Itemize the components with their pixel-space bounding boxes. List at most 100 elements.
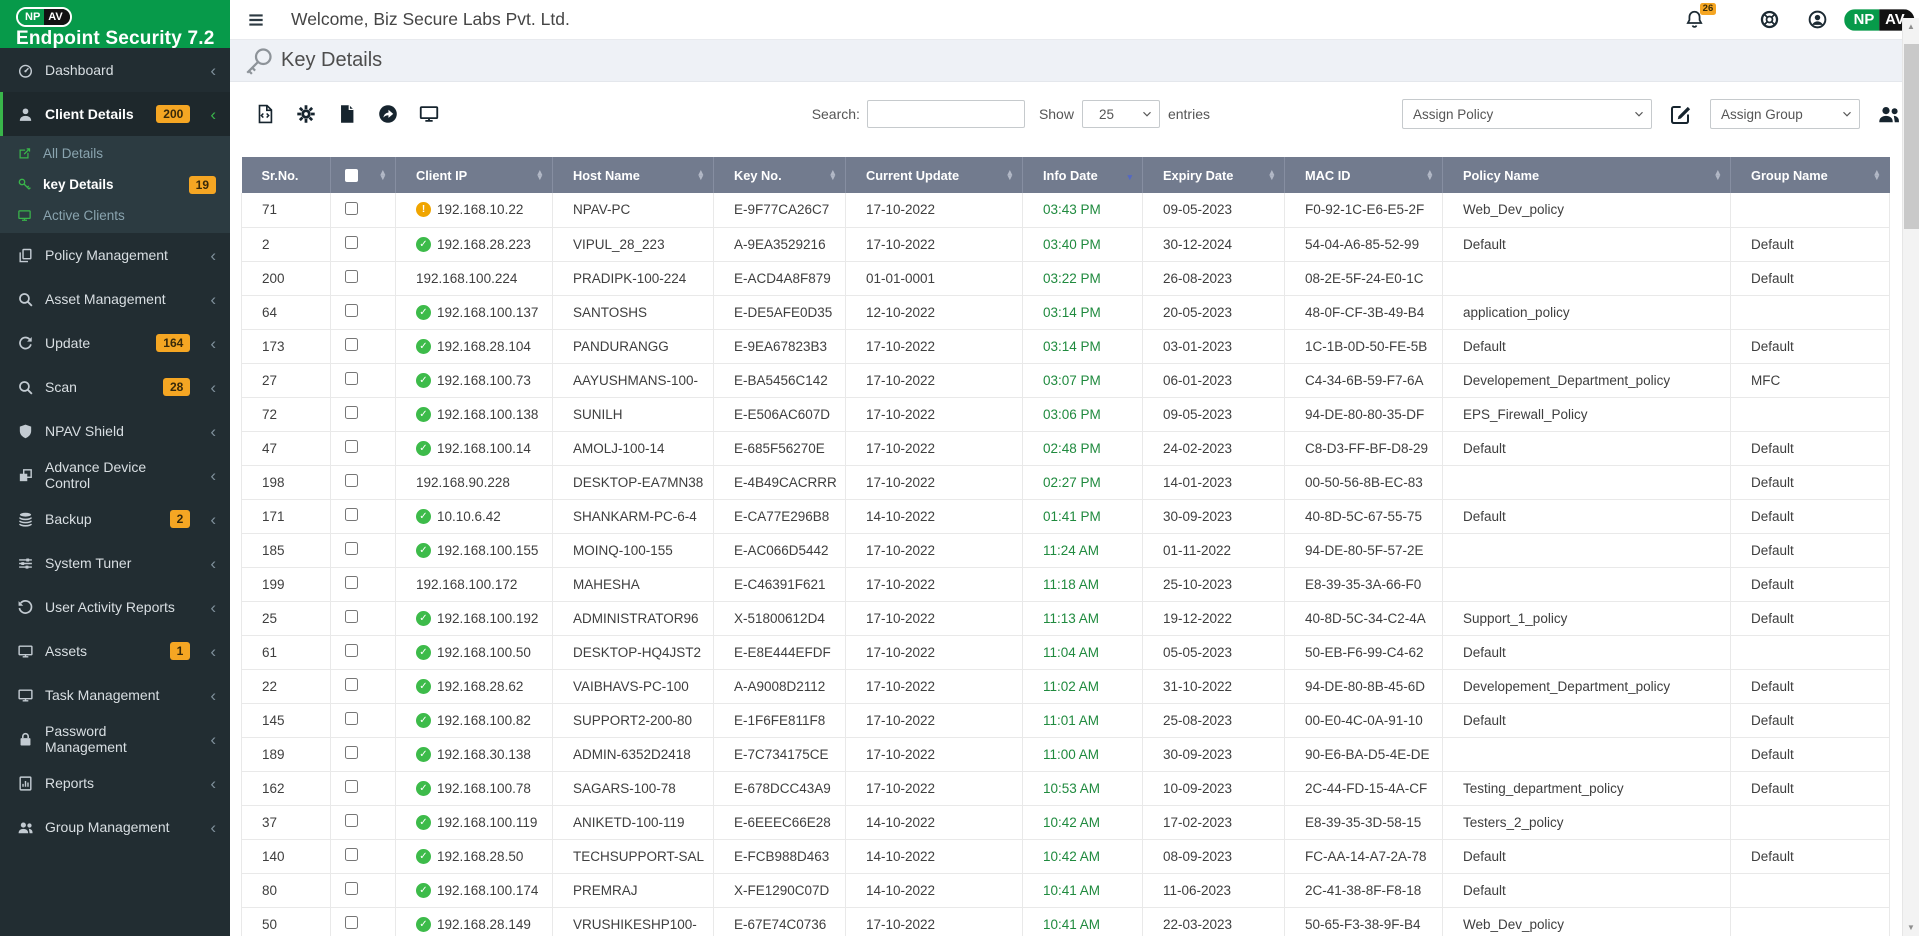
row-checkbox[interactable] xyxy=(345,644,358,657)
scrollbar-thumb[interactable] xyxy=(1904,44,1919,229)
apply-policy-edit-icon[interactable] xyxy=(1669,102,1693,126)
row-checkbox[interactable] xyxy=(345,746,358,759)
topbar-icons: 26 NP AV xyxy=(1684,2,1917,33)
sidebar-item-backup[interactable]: Backup 2 ‹ xyxy=(0,497,230,541)
row-checkbox[interactable] xyxy=(345,576,358,589)
notification-count-badge: 26 xyxy=(1699,2,1717,15)
row-checkbox[interactable] xyxy=(345,610,358,623)
column-header-sr-no[interactable]: Sr.No. xyxy=(241,157,331,193)
column-header-mac-id[interactable]: MAC ID ▲ ▼ xyxy=(1284,157,1443,193)
column-header-host-name[interactable]: Host Name ▲ ▼ xyxy=(552,157,714,193)
cell-client-ip: ✓ 192.168.28.104 xyxy=(395,329,553,364)
cell-current-update: 17-10-2022 xyxy=(845,397,1023,432)
sidebar-item-password-management[interactable]: Password Management ‹ xyxy=(0,717,230,761)
scroll-down-arrow-icon[interactable]: ▼ xyxy=(1903,919,1919,936)
sidebar-item-scan[interactable]: Scan 28 ‹ xyxy=(0,365,230,409)
sidebar-item-task-management[interactable]: Task Management ‹ xyxy=(0,673,230,717)
cell-group-name xyxy=(1730,805,1890,840)
cell-info-date: 03:14 PM xyxy=(1022,329,1143,364)
sidebar-item-group-management[interactable]: Group Management ‹ xyxy=(0,805,230,849)
help-lifebuoy-icon[interactable] xyxy=(1759,9,1780,30)
sidebar-item-reports[interactable]: Reports ‹ xyxy=(0,761,230,805)
sidebar-item-policy-management[interactable]: Policy Management ‹ xyxy=(0,233,230,277)
assign-group-select[interactable]: Assign Group xyxy=(1710,99,1860,129)
row-checkbox[interactable] xyxy=(345,780,358,793)
row-checkbox[interactable] xyxy=(345,270,358,283)
cell-sr: 61 xyxy=(241,635,331,670)
menu-icon[interactable] xyxy=(246,10,266,30)
file-icon[interactable] xyxy=(336,103,358,125)
sidebar-item-key-details[interactable]: key Details 19 xyxy=(0,169,230,200)
assign-group: Assign Policy Assign Group xyxy=(1402,99,1901,129)
sidebar-item-asset-management[interactable]: Asset Management ‹ xyxy=(0,277,230,321)
table-row: 199 192.168.100.172 MAHESHA E-C46391F621 17-… xyxy=(241,567,1890,602)
row-checkbox[interactable] xyxy=(345,304,358,317)
sidebar-item-update[interactable]: Update 164 ‹ xyxy=(0,321,230,365)
cell-host-name: NPAV-PC xyxy=(552,193,714,228)
table-row: 37 ✓ 192.168.100.119 ANIKETD-100-119 E-6EEEC… xyxy=(241,805,1890,840)
chevron-left-icon: ‹ xyxy=(210,421,216,441)
sidebar-item-label: Task Management xyxy=(45,687,160,703)
row-checkbox[interactable] xyxy=(345,406,358,419)
assign-policy-select[interactable]: Assign Policy xyxy=(1402,99,1652,129)
column-header-group-name[interactable]: Group Name ▲ ▼ xyxy=(1730,157,1890,193)
row-checkbox[interactable] xyxy=(345,236,358,249)
cell-checkbox xyxy=(330,635,396,670)
select-all-checkbox[interactable] xyxy=(345,168,358,182)
sidebar-item-user-activity-reports[interactable]: User Activity Reports ‹ xyxy=(0,585,230,629)
row-checkbox[interactable] xyxy=(345,916,358,929)
row-checkbox[interactable] xyxy=(345,201,358,215)
column-header-expiry-date[interactable]: Expiry Date ▲ ▼ xyxy=(1142,157,1285,193)
row-checkbox[interactable] xyxy=(345,338,358,351)
cell-expiry-date: 22-03-2023 xyxy=(1142,907,1285,936)
sidebar-item-client-details[interactable]: Client Details 200 ‹ xyxy=(0,92,230,136)
row-checkbox[interactable] xyxy=(345,474,358,487)
scroll-up-arrow-icon[interactable]: ▲ xyxy=(1903,18,1919,35)
column-header-client-ip[interactable]: Client IP ▲ ▼ xyxy=(395,157,553,193)
gear-icon[interactable] xyxy=(295,103,317,125)
toolbar-icons xyxy=(241,103,440,125)
search-input[interactable] xyxy=(866,100,1025,128)
sidebar-item-active-clients[interactable]: Active Clients xyxy=(0,200,230,231)
user-profile-icon[interactable] xyxy=(1807,9,1828,30)
sidebar-item-system-tuner[interactable]: System Tuner ‹ xyxy=(0,541,230,585)
cell-mac-id: 00-50-56-8B-EC-83 xyxy=(1284,465,1443,500)
vertical-scrollbar[interactable]: ▲ ▼ xyxy=(1902,18,1919,936)
sidebar-item-advance-device-control[interactable]: Advance Device Control ‹ xyxy=(0,453,230,497)
row-checkbox[interactable] xyxy=(345,678,358,691)
cell-sr: 47 xyxy=(241,431,331,466)
sidebar-item-assets[interactable]: Assets 1 ‹ xyxy=(0,629,230,673)
column-header-policy-name[interactable]: Policy Name ▲ ▼ xyxy=(1442,157,1731,193)
cell-expiry-date: 26-08-2023 xyxy=(1142,261,1285,296)
sort-arrows-icon: ▲▼ xyxy=(1005,166,1014,182)
row-checkbox[interactable] xyxy=(345,440,358,453)
main-area: Welcome, Biz Secure Labs Pvt. Ltd. 26 NP… xyxy=(230,0,1919,936)
row-checkbox[interactable] xyxy=(345,508,358,521)
sidebar-item-all-details[interactable]: All Details xyxy=(0,138,230,169)
cell-sr: 50 xyxy=(241,907,331,936)
cell-expiry-date: 05-05-2023 xyxy=(1142,635,1285,670)
page-size-select[interactable]: 25 xyxy=(1081,100,1160,128)
row-checkbox[interactable] xyxy=(345,712,358,725)
row-checkbox[interactable] xyxy=(345,372,358,385)
share-icon[interactable] xyxy=(377,103,399,125)
status-ok-icon: ✓ xyxy=(416,508,431,524)
row-checkbox[interactable] xyxy=(345,814,358,827)
row-checkbox[interactable] xyxy=(345,848,358,861)
cell-mac-id: 40-8D-5C-67-55-75 xyxy=(1284,499,1443,534)
monitor-icon[interactable] xyxy=(418,103,440,125)
sidebar-item-label: Asset Management xyxy=(45,291,166,307)
apply-group-users-icon[interactable] xyxy=(1877,102,1901,126)
sidebar-item-dashboard[interactable]: Dashboard ‹ xyxy=(0,48,230,92)
cell-sr: 80 xyxy=(241,873,331,908)
file-code-icon[interactable] xyxy=(254,103,276,125)
column-header-key-no[interactable]: Key No. ▲ ▼ xyxy=(713,157,846,193)
row-checkbox[interactable] xyxy=(345,882,358,895)
column-header-checkbox[interactable]: ▲ ▼ xyxy=(330,157,396,193)
column-header-current-update[interactable]: Current Update ▲ ▼ xyxy=(845,157,1023,193)
sidebar-item-npav-shield[interactable]: NPAV Shield ‹ xyxy=(0,409,230,453)
column-label: Policy Name xyxy=(1463,167,1540,183)
column-header-info-date[interactable]: Info Date ▲▼ xyxy=(1022,157,1143,193)
row-checkbox[interactable] xyxy=(345,542,358,555)
cell-policy-name xyxy=(1442,261,1731,296)
